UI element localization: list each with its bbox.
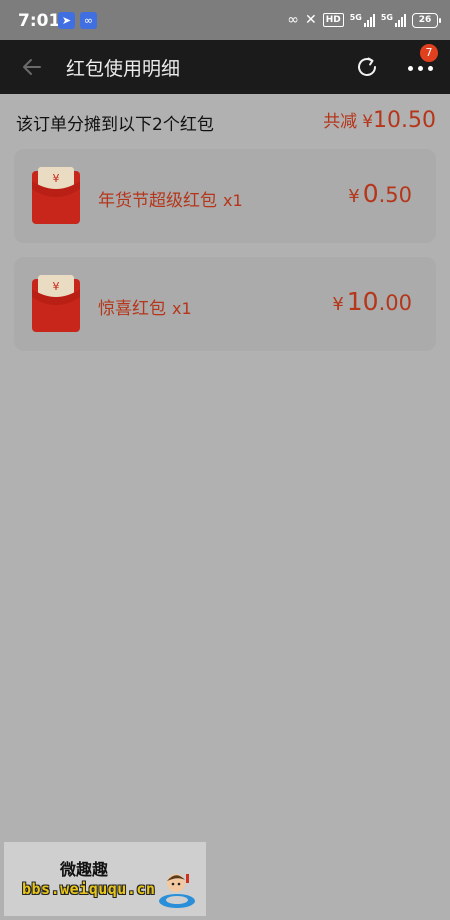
red-packet-amount: ¥10.00 bbox=[332, 287, 412, 316]
refresh-icon[interactable] bbox=[354, 54, 380, 80]
red-packet-qty: x1 bbox=[223, 191, 243, 210]
red-packet-card[interactable]: ¥ 年货节超级红包 x1 ¥0.50 bbox=[14, 149, 436, 243]
signal-icon: 5G bbox=[350, 13, 375, 27]
red-envelope-icon: ¥ bbox=[32, 167, 80, 224]
svg-text:¥: ¥ bbox=[53, 280, 60, 293]
back-arrow-icon[interactable] bbox=[20, 55, 44, 79]
watermark-title: 微趣趣 bbox=[60, 860, 109, 879]
signal-icon-2: 5G bbox=[381, 13, 406, 27]
status-time: 7:01 bbox=[18, 11, 61, 31]
nav-bar: 红包使用明细 bbox=[0, 40, 450, 94]
link-app-icon: ∞ bbox=[80, 12, 97, 29]
summary-total: 共减 ¥10.50 bbox=[323, 107, 436, 133]
link-icon: ∞ bbox=[287, 12, 299, 28]
location-app-icon: ➤ bbox=[58, 12, 75, 29]
summary-text: 该订单分摊到以下2个红包 bbox=[16, 115, 214, 135]
status-icons: ∞ ✕ HD 5G 5G 26 bbox=[287, 10, 441, 30]
red-envelope-icon: ¥ bbox=[32, 275, 80, 332]
notification-badge: 7 bbox=[420, 44, 438, 62]
red-packet-name: 惊喜红包 x1 bbox=[98, 299, 192, 319]
red-packet-qty: x1 bbox=[172, 299, 192, 318]
red-packet-amount: ¥0.50 bbox=[348, 179, 412, 208]
total-currency: ¥ bbox=[362, 112, 374, 132]
page-title: 红包使用明细 bbox=[66, 58, 181, 80]
hd-badge: HD bbox=[322, 13, 344, 27]
mascot-icon bbox=[159, 874, 195, 908]
watermark-url: bbs.weiququ.cn bbox=[22, 880, 156, 898]
status-bar: 7:01 ➤ ∞ ∞ ✕ HD 5G 5G 26 bbox=[0, 0, 450, 40]
total-amount: 10.50 bbox=[373, 108, 436, 133]
mute-icon: ✕ bbox=[304, 12, 317, 28]
watermark: 微趣趣 bbs.weiququ.cn bbox=[4, 842, 206, 916]
red-packet-name: 年货节超级红包 x1 bbox=[98, 191, 243, 211]
battery-icon: 26 bbox=[412, 12, 441, 28]
red-packet-card[interactable]: ¥ 惊喜红包 x1 ¥10.00 bbox=[14, 257, 436, 351]
svg-text:¥: ¥ bbox=[53, 172, 60, 185]
total-label: 共减 bbox=[323, 112, 358, 132]
